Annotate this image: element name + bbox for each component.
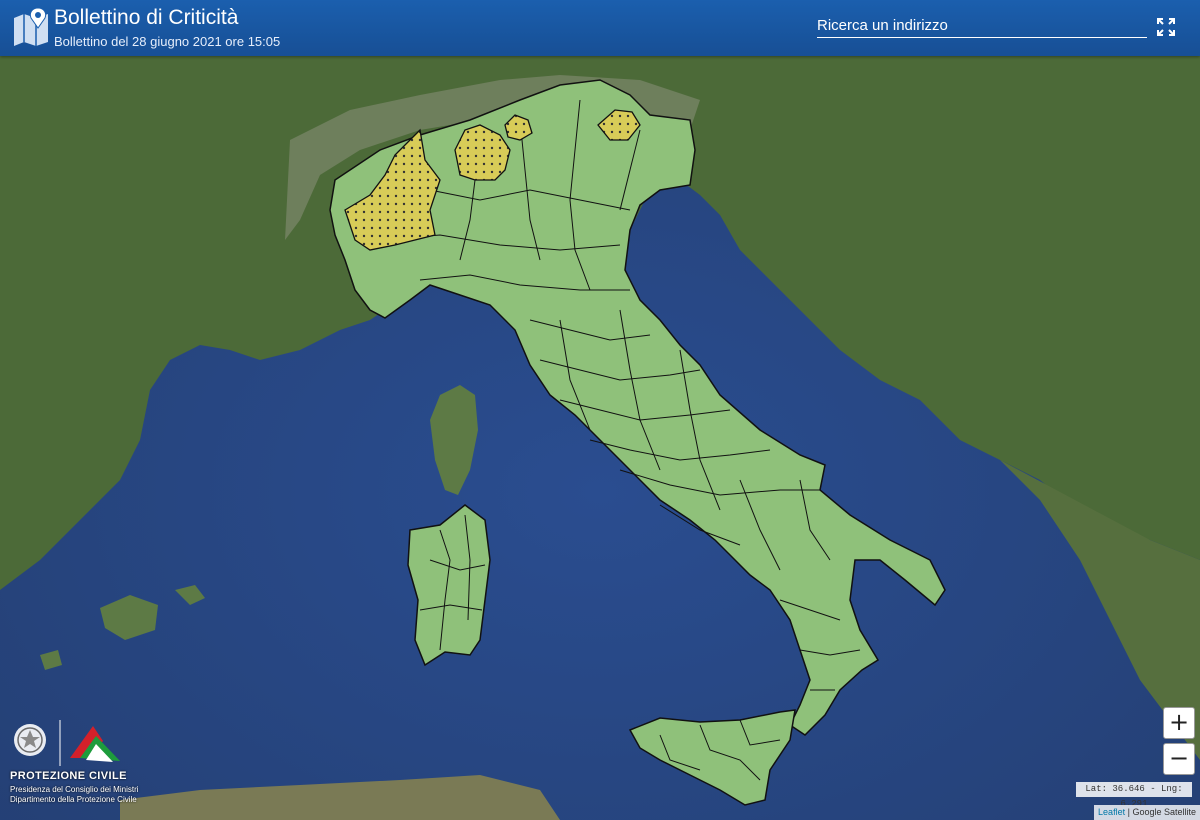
italy-sardinia bbox=[407, 504, 491, 667]
page-title: Bollettino di Criticità bbox=[54, 6, 239, 29]
app-header: Bollettino di Criticità Bollettino del 2… bbox=[0, 0, 1200, 56]
zoom-in-button[interactable]: + bbox=[1163, 707, 1195, 739]
zoom-out-button[interactable]: − bbox=[1163, 743, 1195, 775]
attribution-separator: | bbox=[1127, 807, 1130, 817]
coordinate-readout: Lat: 36.646 - Lng: 6.291 bbox=[1076, 782, 1192, 809]
map-attribution: Leaflet | Google Satellite bbox=[1094, 805, 1200, 820]
address-search-input[interactable] bbox=[817, 13, 1147, 38]
map-canvas[interactable] bbox=[0, 0, 1200, 820]
provider-label: Google Satellite bbox=[1132, 807, 1196, 817]
org-name: PROTEZIONE CIVILE bbox=[10, 770, 127, 782]
org-subtitle-2: Dipartimento della Protezione Civile bbox=[10, 795, 137, 804]
org-subtitle-1: Presidenza del Consiglio dei Ministri bbox=[10, 785, 139, 794]
expand-icon[interactable] bbox=[1155, 16, 1177, 38]
leaflet-link[interactable]: Leaflet bbox=[1098, 807, 1125, 817]
bulletin-date: Bollettino del 28 giugno 2021 ore 15:05 bbox=[54, 34, 281, 49]
map-marker-icon bbox=[14, 7, 48, 46]
